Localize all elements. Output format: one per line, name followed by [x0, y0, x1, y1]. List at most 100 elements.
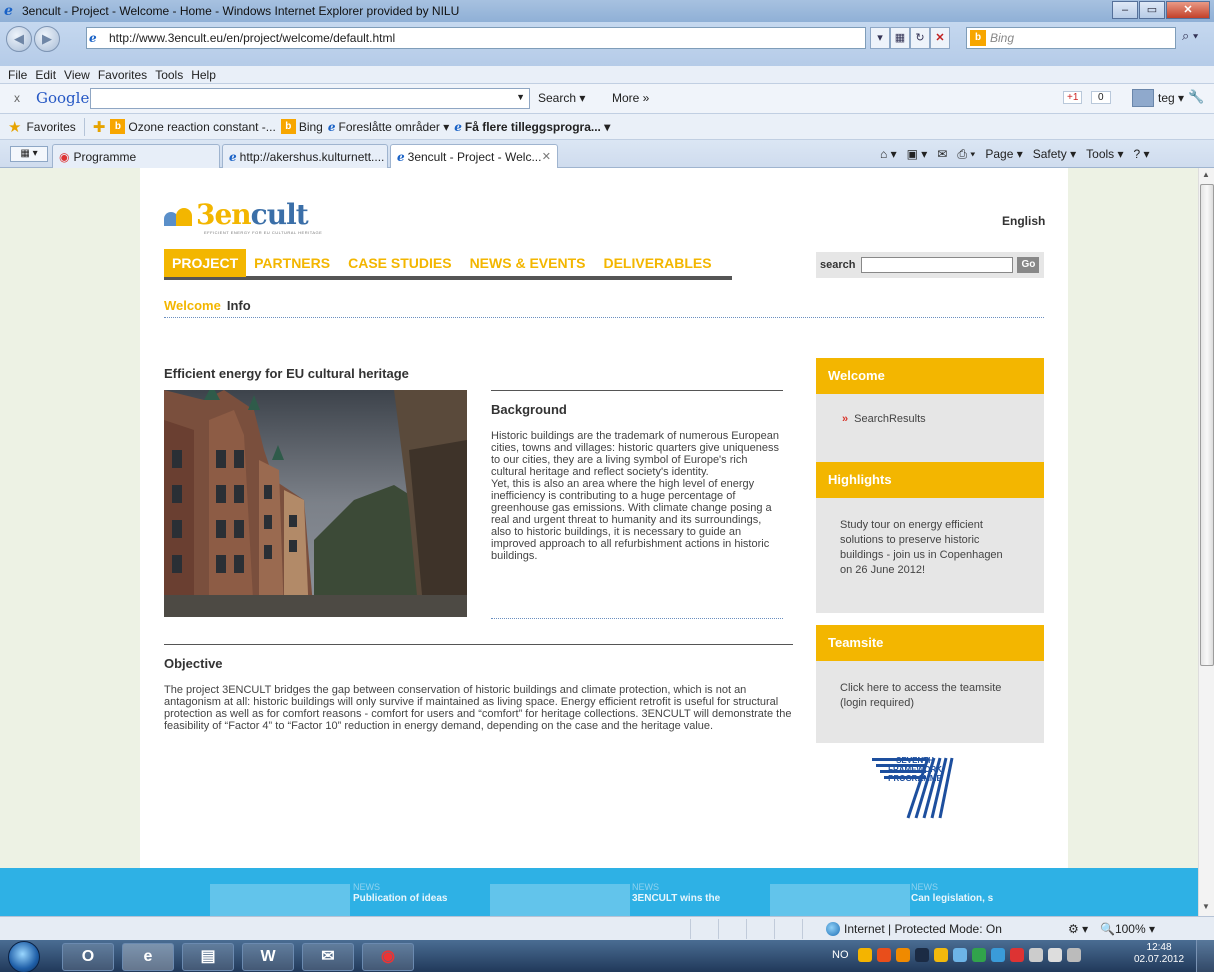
safety-menu[interactable]: Safety ▾ — [1033, 147, 1076, 162]
wrench-icon[interactable]: 🔧 — [1188, 89, 1204, 105]
explorer-taskbar-icon[interactable]: ▤ — [182, 943, 234, 971]
network-icon[interactable] — [1067, 948, 1081, 962]
site-search-input[interactable] — [861, 257, 1014, 273]
back-button[interactable]: ◀ — [6, 26, 32, 52]
news-title[interactable]: Can legislation, s — [911, 893, 993, 904]
tray-icon[interactable] — [896, 948, 910, 962]
media-taskbar-icon[interactable]: ◉ — [362, 943, 414, 971]
tray-icon[interactable] — [972, 948, 986, 962]
input-language[interactable]: NO — [832, 949, 849, 961]
news-title[interactable]: Publication of ideas — [353, 893, 447, 904]
menu-tools[interactable]: Tools — [155, 68, 183, 82]
teamsite-link[interactable]: Click here to access the teamsite (login… — [840, 682, 1001, 709]
menu-favorites[interactable]: Favorites — [98, 68, 147, 82]
forward-button[interactable]: ▶ — [34, 26, 60, 52]
tab-programme[interactable]: ◉ Programme — [52, 144, 220, 168]
tray-icon[interactable] — [953, 948, 967, 962]
close-tab-icon[interactable]: ✕ — [542, 150, 551, 163]
tab-3encult[interactable]: e 3encult - Project - Welc... ✕ — [390, 144, 558, 168]
home-icon[interactable]: ⌂ ▾ — [880, 147, 897, 162]
address-bar[interactable]: e http://www.3encult.eu/en/project/welco… — [86, 27, 866, 49]
start-button[interactable] — [8, 941, 40, 972]
protected-mode-icon[interactable]: ⚙ ▾ — [1068, 922, 1088, 936]
google-search-button[interactable]: Search ▾ — [538, 91, 585, 105]
quick-tabs-button[interactable]: ▦ ▾ — [10, 146, 48, 162]
tray-icon[interactable] — [934, 948, 948, 962]
email-taskbar-icon[interactable]: ✉ — [302, 943, 354, 971]
news-thumbnail[interactable] — [210, 884, 350, 916]
sidebar-highlights-box[interactable]: Study tour on energy efficient solutions… — [816, 498, 1044, 613]
help-icon[interactable]: ? ▾ — [1134, 147, 1150, 162]
feeds-icon[interactable]: ▣ ▾ — [907, 147, 928, 162]
menu-edit[interactable]: Edit — [35, 68, 56, 82]
scroll-up-icon[interactable]: ▲ — [1202, 170, 1210, 179]
google-toolbar-close-icon[interactable]: x — [14, 91, 20, 105]
mail-icon[interactable]: ✉ — [937, 147, 947, 162]
minimize-button[interactable]: – — [1112, 1, 1138, 19]
language-link[interactable]: English — [1002, 214, 1045, 228]
search-results-link[interactable]: SearchResults — [854, 413, 926, 425]
nav-news-events[interactable]: NEWS & EVENTS — [470, 255, 586, 271]
avatar[interactable] — [1132, 89, 1154, 107]
address-dropdown-button[interactable]: ▾ — [870, 27, 890, 49]
scroll-down-icon[interactable]: ▼ — [1202, 902, 1210, 911]
nav-project[interactable]: PROJECT — [164, 249, 247, 277]
fav-item-suggested-sites[interactable]: e Foreslåtte områder ▾ — [328, 120, 449, 134]
search-icon[interactable]: ⌕ ▾ — [1182, 28, 1198, 44]
nav-case-studies[interactable]: CASE STUDIES — [348, 255, 451, 271]
news-item[interactable]: NEWS Publication of ideas — [353, 882, 447, 904]
nav-partners[interactable]: PARTNERS — [254, 255, 330, 271]
google-search-input[interactable]: ▼ — [90, 88, 530, 109]
tray-icon[interactable] — [1029, 948, 1043, 962]
word-taskbar-icon[interactable]: W — [242, 943, 294, 971]
subnav-welcome[interactable]: Welcome — [164, 298, 221, 313]
add-favorite-icon[interactable]: ✚ — [93, 118, 106, 136]
address-url[interactable]: http://www.3encult.eu/en/project/welcome… — [109, 31, 395, 45]
compatibility-view-icon[interactable]: ▦ — [890, 27, 910, 49]
chevron-down-icon[interactable]: ▼ — [516, 92, 525, 102]
stop-button[interactable]: ✕ — [930, 27, 950, 49]
maximize-button[interactable]: ▭ — [1139, 1, 1165, 19]
highlights-text[interactable]: Study tour on energy efficient solutions… — [840, 519, 1003, 576]
tray-icon[interactable] — [1010, 948, 1024, 962]
zoom-level[interactable]: 🔍100% ▾ — [1100, 922, 1155, 936]
favorites-button[interactable]: Favorites — [26, 120, 75, 134]
security-zone[interactable]: Internet | Protected Mode: On — [826, 922, 1002, 936]
menu-help[interactable]: Help — [191, 68, 216, 82]
ie-taskbar-icon[interactable]: e — [122, 943, 174, 971]
google-more-button[interactable]: More » — [612, 91, 649, 105]
refresh-button[interactable]: ↻ — [910, 27, 930, 49]
tray-icon[interactable] — [858, 948, 872, 962]
vertical-scrollbar[interactable]: ▲ ▼ — [1198, 168, 1214, 916]
fav-item-ozone[interactable]: b Ozone reaction constant -... — [110, 119, 276, 134]
site-search-go-button[interactable]: Go — [1017, 257, 1040, 273]
sidebar-teamsite-box[interactable]: Click here to access the teamsite (login… — [816, 661, 1044, 743]
menu-view[interactable]: View — [64, 68, 90, 82]
menu-file[interactable]: File — [8, 68, 27, 82]
subnav-info[interactable]: Info — [227, 298, 251, 313]
print-icon[interactable]: ⎙ ▾ — [957, 147, 975, 162]
tab-akershus[interactable]: e http://akershus.kulturnett.... — [222, 144, 388, 168]
bing-search-box[interactable]: b Bing — [966, 27, 1176, 49]
plus-one-button[interactable]: +1 — [1063, 91, 1083, 104]
nav-deliverables[interactable]: DELIVERABLES — [603, 255, 711, 271]
news-thumbnail[interactable] — [490, 884, 630, 916]
news-item[interactable]: NEWS 3ENCULT wins the — [632, 882, 720, 904]
news-title[interactable]: 3ENCULT wins the — [632, 893, 720, 904]
scrollbar-thumb[interactable] — [1200, 184, 1214, 666]
volume-icon[interactable] — [1048, 948, 1062, 962]
news-thumbnail[interactable] — [770, 884, 910, 916]
page-menu[interactable]: Page ▾ — [985, 147, 1022, 162]
fp7-logo[interactable]: SEVENTH FRAMEWORK PROGRAMME — [868, 756, 958, 848]
outlook-taskbar-icon[interactable]: O — [62, 943, 114, 971]
taskbar-clock[interactable]: 12:48 02.07.2012 — [1134, 942, 1184, 966]
bing-search-placeholder[interactable]: Bing — [990, 31, 1014, 45]
tray-icon[interactable] — [915, 948, 929, 962]
tools-menu[interactable]: Tools ▾ — [1086, 147, 1123, 162]
tray-icon[interactable] — [877, 948, 891, 962]
show-desktop-button[interactable] — [1196, 940, 1214, 972]
close-window-button[interactable]: ✕ — [1166, 1, 1210, 19]
favorites-star-icon[interactable]: ★ — [8, 118, 21, 136]
tray-icon[interactable] — [991, 948, 1005, 962]
fav-item-bing[interactable]: b Bing — [280, 119, 323, 134]
